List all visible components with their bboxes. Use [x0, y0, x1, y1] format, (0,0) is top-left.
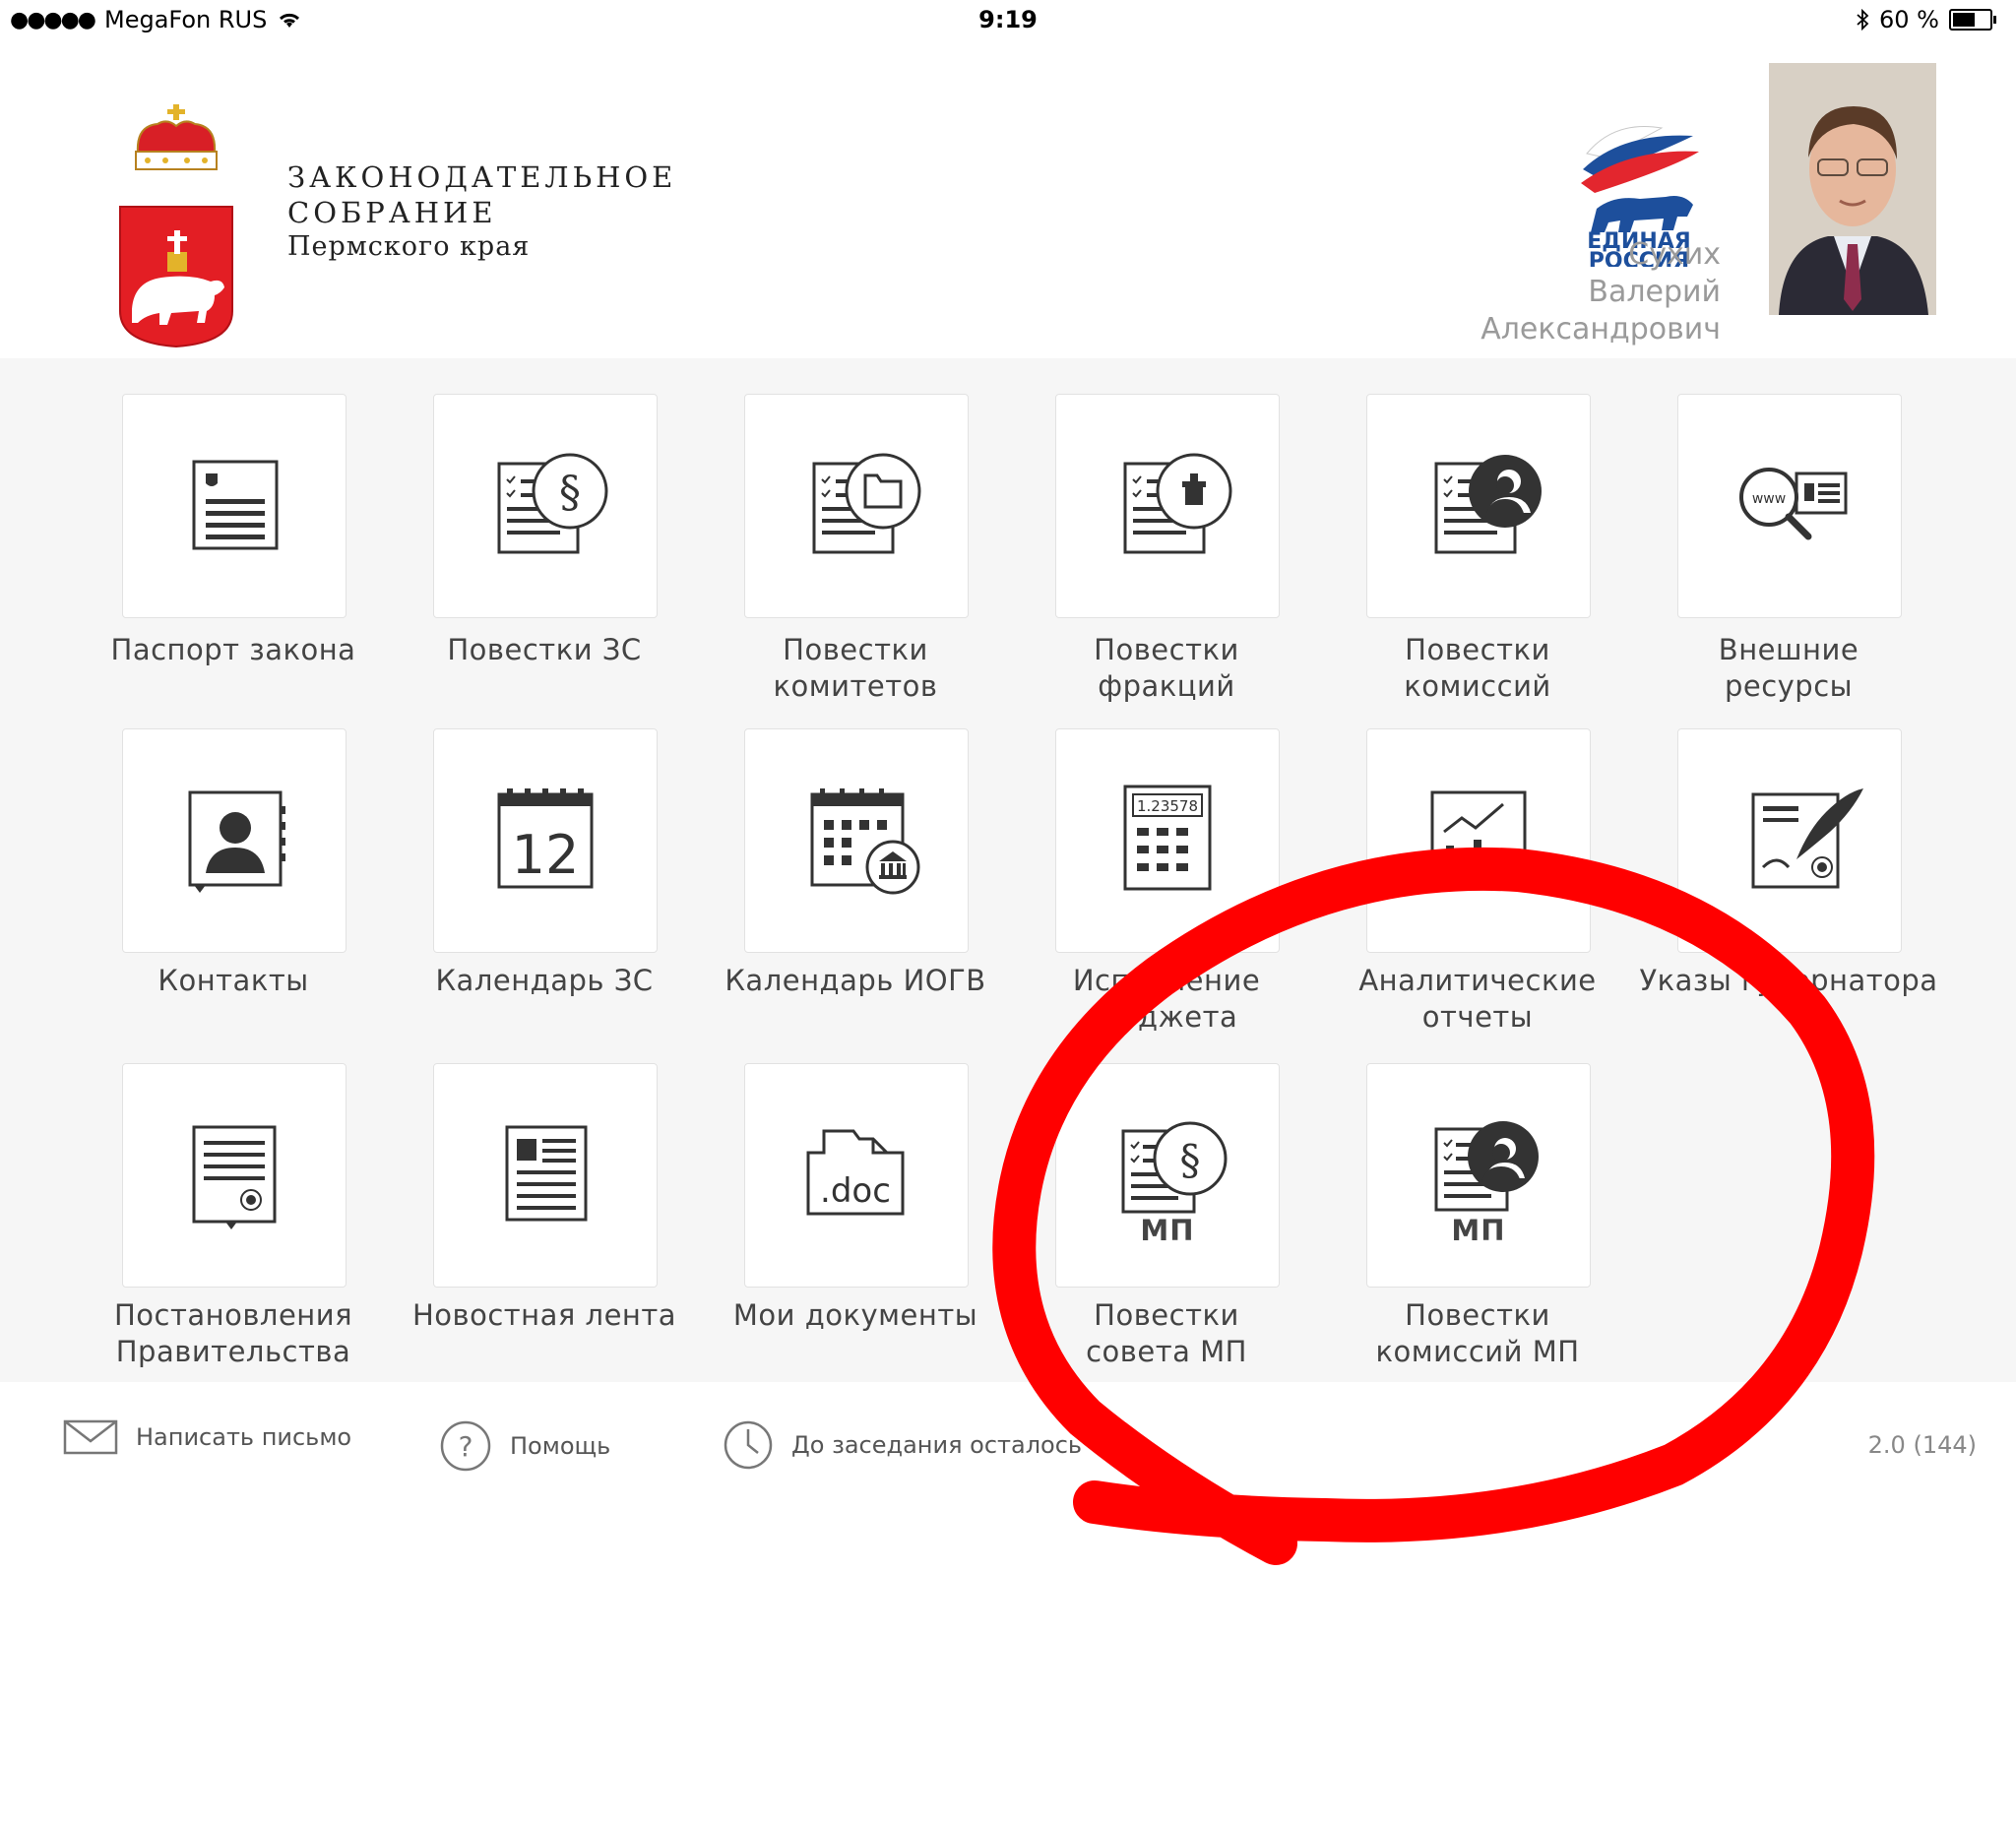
tile-agenda-factions[interactable] [1055, 394, 1280, 618]
calendar-icon: 12 [497, 788, 594, 889]
clock-icon [724, 1420, 773, 1470]
contacts-icon [188, 790, 285, 893]
label-mp-council-agenda: Повестки совета МП [1086, 1298, 1247, 1368]
tile-calendar-iogv[interactable] [744, 728, 969, 953]
tile-my-documents[interactable]: .doc [744, 1063, 969, 1288]
tile-governor-decrees[interactable] [1677, 728, 1902, 953]
calendar-government-icon [810, 788, 920, 895]
tile-agenda-committees[interactable] [744, 394, 969, 618]
bluetooth-icon [1857, 9, 1869, 31]
label-my-documents: Мои документы [732, 1298, 978, 1332]
label-contacts: Контакты [158, 964, 309, 997]
label-agenda-factions: Повестки фракций [1094, 633, 1239, 703]
label-news-feed: Новостная лента [411, 1298, 677, 1332]
tile-law-passport[interactable] [122, 394, 346, 618]
label-agenda-zs: Повестки ЗС [447, 633, 642, 666]
agenda-commission-mp-icon [1434, 1121, 1539, 1212]
envelope-icon [63, 1419, 118, 1455]
doc-extension-text: .doc [820, 1171, 891, 1211]
help-button[interactable]: ? Помощь [439, 1419, 610, 1473]
tile-calendar-zs[interactable]: 12 [433, 728, 658, 953]
menu-grid: Паспорт закона § Повестки ЗС Повестки ком… [0, 358, 2016, 1382]
write-letter-label: Написать письмо [136, 1423, 352, 1451]
header: ЗАКОНОДАТЕЛЬНОЕ СОБРАНИЕ Пермского края … [0, 43, 2016, 358]
org-line-3: Пермского края [287, 231, 531, 262]
footer-bar: Написать письмо ? Помощь До заседания ос… [0, 1382, 2016, 1510]
countdown-label: До заседания осталось 0 ч. [791, 1431, 1134, 1459]
calculator-display: 1.23578 [1137, 797, 1198, 815]
write-letter-button[interactable]: Написать письмо [63, 1419, 351, 1455]
svg-text:§: § [559, 468, 581, 518]
app-version: 2.0 (144) [1867, 1431, 1977, 1459]
label-budget-execution: Исполнение бюджета [1072, 964, 1261, 1034]
doc-file-icon: .doc [806, 1129, 905, 1216]
help-label: Помощь [510, 1432, 611, 1460]
tile-budget-execution[interactable]: 1.23578 [1055, 728, 1280, 953]
help-question-icon: ? [440, 1420, 491, 1472]
calendar-day-number: 12 [512, 824, 580, 886]
tile-contacts[interactable] [122, 728, 346, 953]
avatar-portrait [1769, 63, 1936, 315]
label-government-resolutions: Постановления Правительства [113, 1298, 353, 1368]
meeting-countdown: До заседания осталось 0 ч. [723, 1419, 1133, 1471]
battery-percent: 60 % [1879, 6, 1939, 33]
svg-text:?: ? [459, 1430, 473, 1463]
calculator-icon: 1.23578 [1123, 785, 1212, 891]
org-line-2: СОБРАНИЕ [287, 196, 497, 229]
svg-text:§: § [1180, 1136, 1201, 1184]
organization-title: ЗАКОНОДАТЕЛЬНОЕ СОБРАНИЕ Пермского края [287, 159, 676, 264]
agenda-faction-icon [1123, 453, 1232, 554]
tile-external-resources[interactable]: www [1677, 394, 1902, 618]
agenda-folder-icon [812, 453, 921, 554]
tile-analytics-reports[interactable] [1366, 728, 1591, 953]
org-line-1: ЗАКОНОДАТЕЛЬНОЕ [287, 160, 677, 194]
svg-text:www: www [1752, 491, 1786, 507]
mp-badge: МП [1451, 1214, 1506, 1247]
battery-icon [1949, 9, 1996, 31]
tile-mp-council-agenda[interactable]: § МП [1055, 1063, 1280, 1288]
agenda-paragraph-icon: § [497, 453, 608, 554]
mp-badge: МП [1140, 1214, 1195, 1247]
user-first-name: Валерий [1588, 275, 1721, 309]
analytics-chart-icon [1430, 790, 1527, 889]
label-agenda-committees: Повестки комитетов [773, 633, 938, 703]
user-surname: Сухих [1628, 237, 1721, 272]
label-agenda-commissions: Повестки комиссий [1404, 633, 1551, 703]
perm-coat-of-arms-icon [119, 104, 233, 348]
agenda-commission-icon [1434, 455, 1542, 554]
decree-quill-icon [1751, 788, 1863, 889]
label-law-passport: Паспорт закона [110, 633, 356, 666]
tile-agenda-zs[interactable]: § [433, 394, 658, 618]
label-mp-commissions-agenda: Повестки комиссий МП [1375, 1298, 1580, 1368]
tile-mp-commissions-agenda[interactable]: МП [1366, 1063, 1591, 1288]
www-search-icon: www [1739, 468, 1848, 540]
law-passport-icon [192, 460, 279, 550]
label-calendar-iogv: Календарь ИОГВ [724, 964, 986, 997]
tile-news-feed[interactable] [433, 1063, 658, 1288]
label-governor-decrees: Указы губернатора [1639, 964, 1938, 997]
news-icon [505, 1125, 588, 1222]
label-external-resources: Внешние ресурсы [1718, 633, 1859, 703]
agenda-paragraph-mp-icon: § [1121, 1121, 1228, 1214]
status-time: 9:19 [978, 6, 1038, 33]
status-bar: ●●●●● MegaFon RUS 9:19 60 % [0, 0, 2016, 43]
label-analytics-reports: Аналитические отчеты [1358, 964, 1597, 1034]
user-name: Сухих Валерий Александрович [1260, 236, 1721, 348]
user-avatar[interactable] [1769, 63, 1936, 315]
resolution-icon [192, 1125, 277, 1229]
tile-government-resolutions[interactable] [122, 1063, 346, 1288]
user-patronymic: Александрович [1480, 312, 1721, 346]
label-calendar-zs: Календарь ЗС [435, 964, 654, 997]
tile-agenda-commissions[interactable] [1366, 394, 1591, 618]
